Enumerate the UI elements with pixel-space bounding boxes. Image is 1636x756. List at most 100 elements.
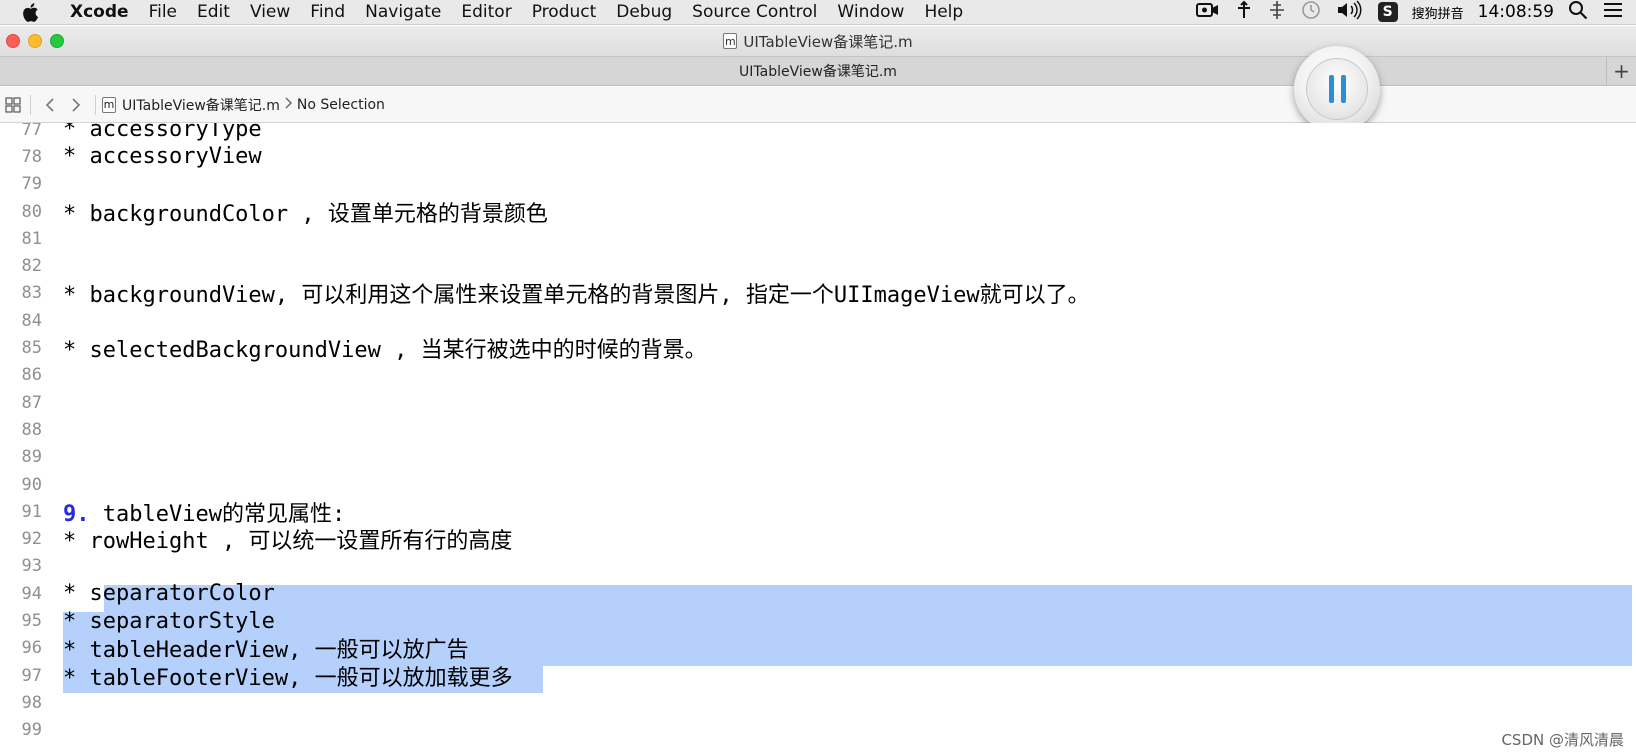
volume-icon[interactable]: [1336, 0, 1364, 25]
breadcrumb: m UITableView备课笔记.m No Selection: [102, 95, 385, 115]
line-number: 81: [21, 228, 42, 249]
code-line: 87: [0, 389, 1636, 416]
code-line: 78 * accessoryView: [0, 143, 1636, 170]
code-text: * accessoryView: [63, 144, 262, 170]
line-number: 78: [21, 146, 42, 167]
code-text: * separatorStyle: [63, 608, 275, 634]
code-line: 90: [0, 471, 1636, 498]
menu-help[interactable]: Help: [914, 2, 973, 22]
code-line: 97 * tableFooterView, 一般可以放加载更多: [0, 662, 1636, 691]
pin-icon[interactable]: [1234, 0, 1254, 25]
menu-product[interactable]: Product: [522, 2, 607, 22]
code-line: 98: [0, 689, 1636, 716]
line-number: 92: [21, 529, 42, 550]
line-number: 83: [21, 283, 42, 304]
tab-bar: UITableView备课笔记.m +: [0, 56, 1636, 86]
menu-navigate[interactable]: Navigate: [355, 2, 451, 22]
breadcrumb-selection[interactable]: No Selection: [297, 97, 385, 113]
line-number: 91: [21, 501, 42, 522]
notification-center-icon[interactable]: [1602, 1, 1624, 24]
code-line: 81: [0, 225, 1636, 252]
menu-source-control[interactable]: Source Control: [682, 2, 827, 22]
code-line: 82: [0, 253, 1636, 280]
code-text: * backgroundColor , 设置单元格的背景颜色: [63, 201, 548, 227]
line-number: 77: [21, 123, 42, 140]
tab-file[interactable]: UITableView备课笔记.m: [739, 61, 897, 81]
menu-clock[interactable]: 14:08:59: [1478, 2, 1554, 22]
menu-view[interactable]: View: [240, 2, 300, 22]
menu-edit[interactable]: Edit: [187, 2, 240, 22]
divider: [30, 94, 31, 115]
source-editor[interactable]: 77 * accessoryType 78 * accessoryView 79 8…: [0, 123, 1636, 756]
code-text: * accessoryType: [63, 123, 262, 143]
window-title: UITableView备课笔记.m: [743, 32, 913, 51]
menu-file[interactable]: File: [139, 2, 187, 22]
line-number: 95: [21, 611, 42, 632]
code-line: 93: [0, 553, 1636, 580]
input-method-label[interactable]: 搜狗拼音: [1412, 3, 1464, 22]
line-number: 96: [21, 638, 42, 659]
watermark: CSDN @清风清晨: [1501, 731, 1624, 749]
breadcrumb-file[interactable]: UITableView备课笔记.m: [122, 95, 280, 115]
related-items-grid-icon[interactable]: [2, 94, 24, 116]
menu-window[interactable]: Window: [827, 2, 914, 22]
back-chevron-icon[interactable]: [37, 97, 63, 113]
code-line: 88: [0, 416, 1636, 443]
menu-editor[interactable]: Editor: [451, 2, 521, 22]
line-number: 98: [21, 692, 42, 713]
line-number: 90: [21, 474, 42, 495]
close-window-button[interactable]: [6, 34, 20, 48]
window-title-bar: m UITableView备课笔记.m: [0, 26, 1636, 56]
code-line: 85 * selectedBackgroundView , 当某行被选中的时候的背…: [0, 334, 1636, 364]
code-line: 79: [0, 171, 1636, 198]
code-text: * rowHeight , 可以统一设置所有行的高度: [63, 529, 513, 555]
window-controls: [6, 34, 64, 48]
time-machine-icon[interactable]: [1300, 0, 1322, 26]
code-text: * selectedBackgroundView , 当某行被选中的时候的背景。: [63, 338, 707, 364]
line-number: 88: [21, 419, 42, 440]
code-line: 99: [0, 717, 1636, 744]
spotlight-search-icon[interactable]: [1568, 0, 1588, 25]
code-line: 95 * separatorStyle: [0, 607, 1636, 634]
status-area: S 搜狗拼音 14:08:59: [1195, 0, 1636, 26]
line-number: 79: [21, 174, 42, 195]
code-line: 84: [0, 307, 1636, 334]
pause-icon: [1306, 58, 1368, 120]
menu-debug[interactable]: Debug: [606, 2, 682, 22]
menu-bar: Xcode File Edit View Find Navigate Edito…: [0, 0, 1636, 25]
code-line: 89: [0, 444, 1636, 471]
line-number: 89: [21, 447, 42, 468]
jump-bar: m UITableView备课笔记.m No Selection: [0, 87, 1636, 123]
forward-chevron-icon[interactable]: [63, 97, 89, 113]
menu-find[interactable]: Find: [300, 2, 355, 22]
code-line: 80 * backgroundColor , 设置单元格的背景颜色: [0, 198, 1636, 227]
line-number: 87: [21, 392, 42, 413]
code-line: 91 9. tableView的常见属性:: [0, 498, 1636, 527]
line-number: 86: [21, 365, 42, 386]
code-line: 77 * accessoryType: [0, 123, 1636, 143]
network-icon[interactable]: [1268, 0, 1286, 25]
divider: [95, 94, 96, 115]
code-text: * backgroundView, 可以利用这个属性来设置单元格的背景图片, 指…: [63, 283, 1090, 309]
input-method-icon[interactable]: S: [1377, 2, 1398, 22]
file-icon: m: [102, 96, 116, 113]
line-number: 94: [21, 583, 42, 604]
code-text: * tableFooterView, 一般可以放加载更多: [63, 665, 513, 691]
new-tab-button[interactable]: +: [1606, 57, 1636, 85]
line-number: 80: [21, 201, 42, 222]
file-icon: m: [723, 33, 738, 49]
recording-pause-button[interactable]: [1294, 46, 1380, 132]
line-number: 85: [21, 338, 42, 359]
code-line: 92 * rowHeight , 可以统一设置所有行的高度: [0, 526, 1636, 555]
code-line: 94 * separatorColor: [0, 580, 1636, 607]
line-number: 93: [21, 556, 42, 577]
line-number: 84: [21, 310, 42, 331]
video-camera-icon[interactable]: [1195, 2, 1220, 23]
minimize-window-button[interactable]: [28, 34, 42, 48]
zoom-window-button[interactable]: [50, 34, 64, 48]
apple-icon[interactable]: [0, 2, 60, 23]
code-line: 83 * backgroundView, 可以利用这个属性来设置单元格的背景图片,…: [0, 280, 1636, 309]
code-line: 96 * tableHeaderView, 一般可以放广告: [0, 635, 1636, 663]
menu-app-name[interactable]: Xcode: [60, 2, 139, 22]
line-number: 97: [21, 665, 42, 686]
